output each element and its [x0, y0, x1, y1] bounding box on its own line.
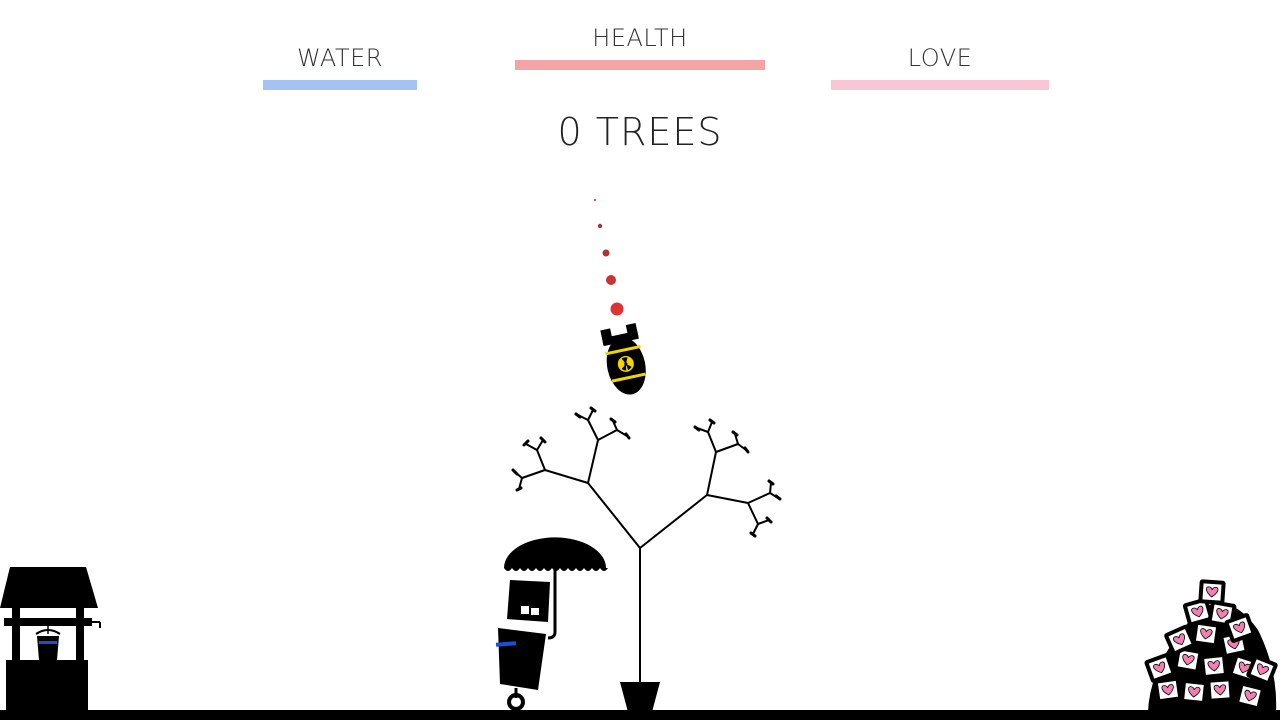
game-scene[interactable]	[0, 0, 1280, 720]
heart-box-icon	[1198, 579, 1226, 605]
robot-body	[498, 628, 546, 690]
heart-boxes-pile[interactable]	[1144, 579, 1279, 712]
bucket-icon	[37, 636, 59, 660]
flower-pot	[620, 682, 660, 712]
ground	[0, 710, 1280, 720]
heart-box-icon	[1180, 679, 1208, 705]
nuclear-bomb-icon[interactable]	[599, 323, 651, 398]
robot-head	[507, 580, 550, 622]
player-robot[interactable]	[495, 537, 608, 711]
bomb-trail	[594, 199, 624, 316]
wishing-well-icon[interactable]	[0, 567, 101, 712]
heart-box-icon	[1206, 677, 1234, 703]
